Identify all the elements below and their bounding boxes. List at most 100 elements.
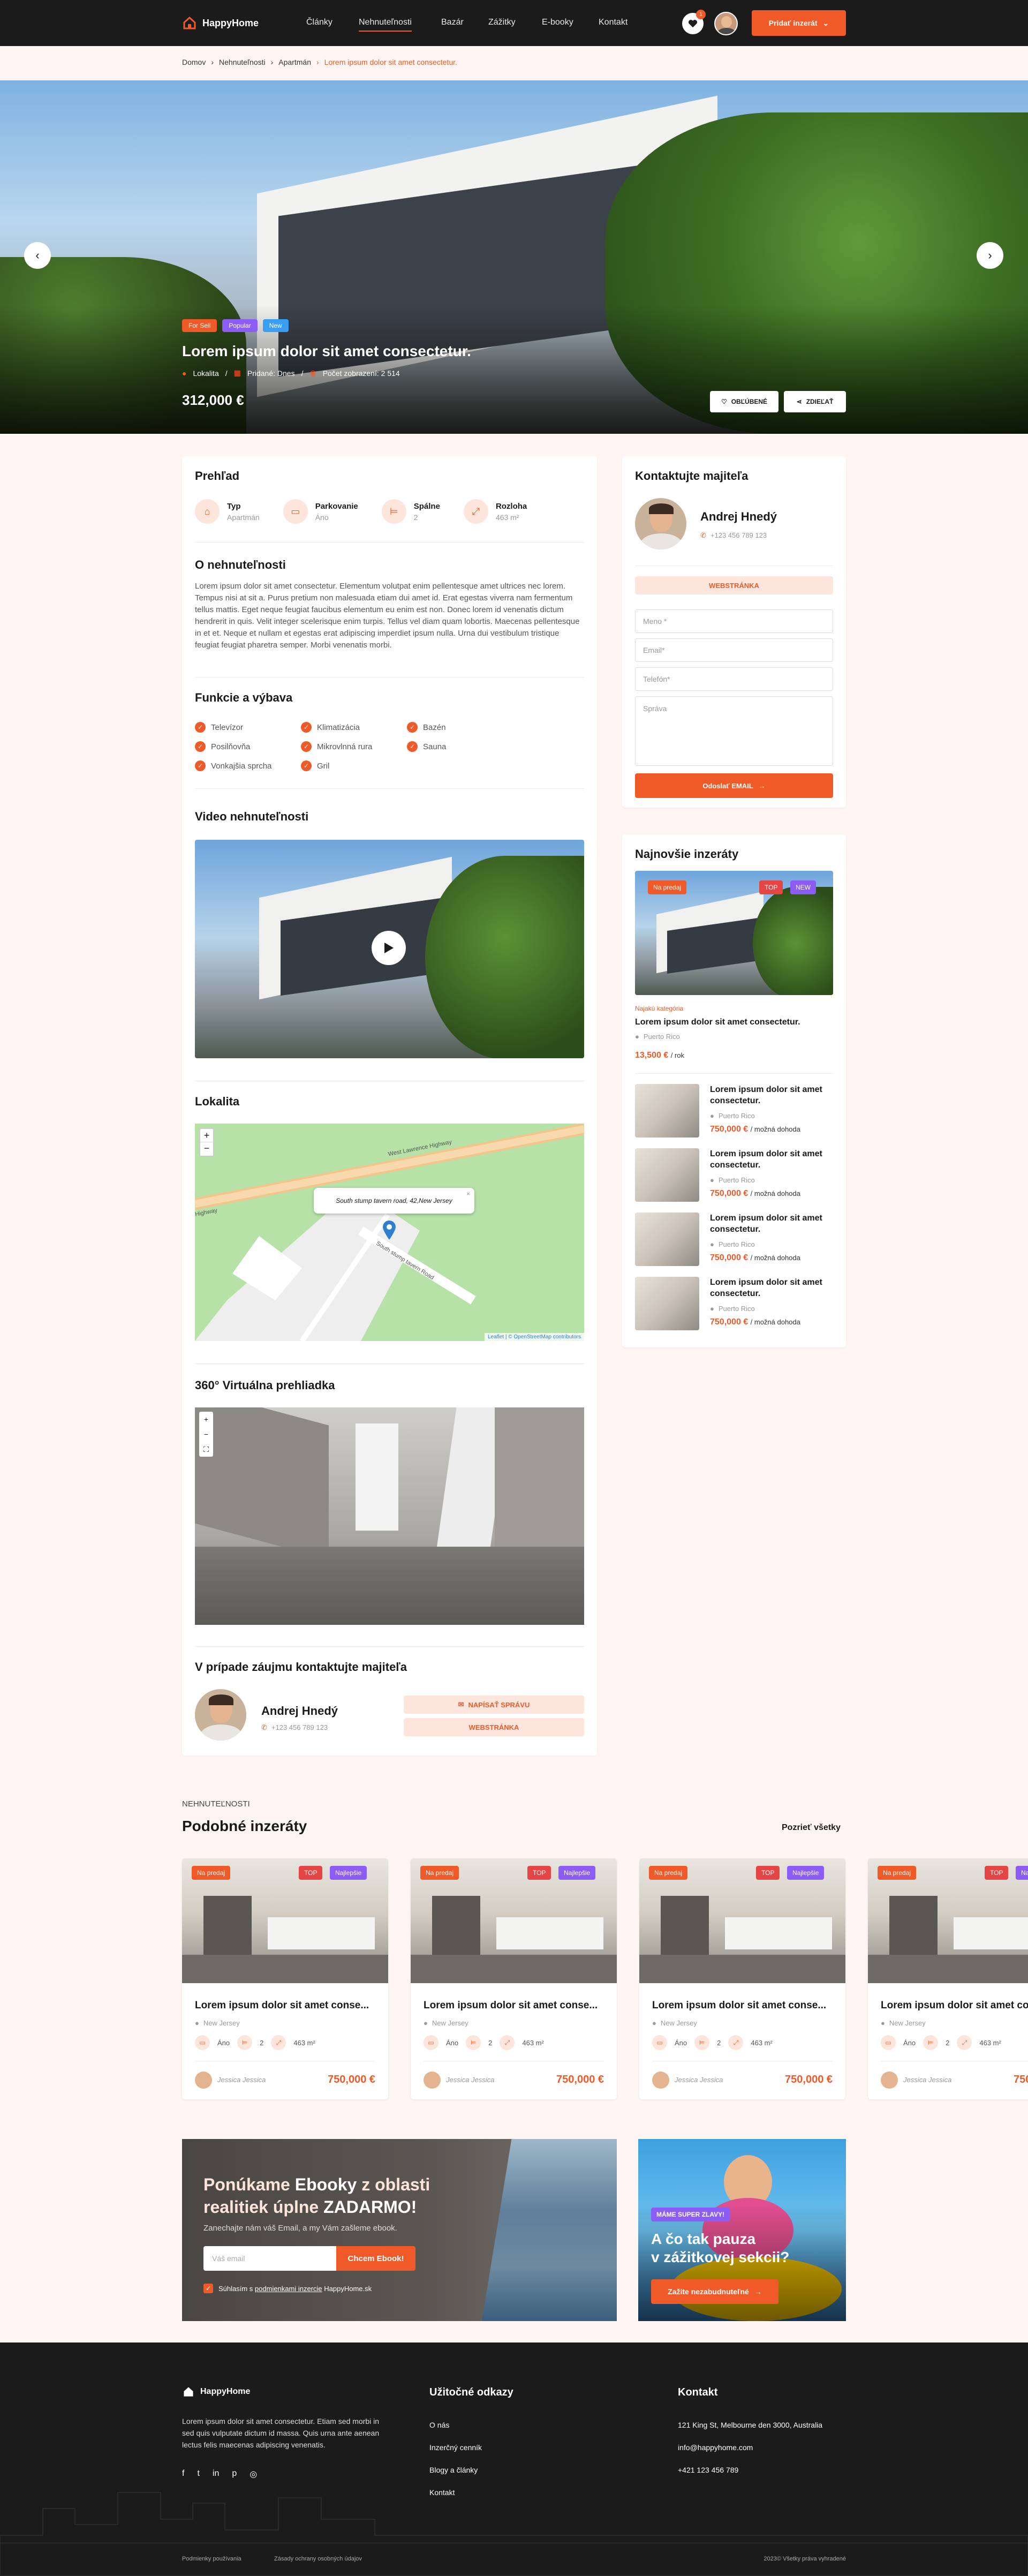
- location-pin-icon: ●: [182, 368, 187, 378]
- write-message-button[interactable]: ✉ NAPÍSAŤ SPRÁVU: [404, 1696, 584, 1714]
- feature-item: ✓ Bazén: [407, 722, 446, 733]
- footer-contact-title: Kontakt: [678, 2386, 718, 2398]
- latest-list-item[interactable]: Lorem ipsum dolor sit amet consectetur. ●…: [635, 1084, 833, 1138]
- listing-image: Na predaj TOP Najlepšie: [868, 1858, 1028, 1983]
- favorites-button[interactable]: 1: [682, 10, 706, 34]
- video-player[interactable]: [195, 840, 584, 1058]
- featured-title[interactable]: Lorem ipsum dolor sit amet consectetur.: [635, 1016, 833, 1028]
- zoom-in-button[interactable]: +: [199, 1412, 213, 1427]
- nav-zazitky[interactable]: Zážitky: [488, 18, 516, 27]
- featured-price: 13,500 € / rok: [635, 1051, 685, 1060]
- similar-listing-card[interactable]: Na predaj TOP Najlepšie Lorem ipsum dolor s…: [868, 1858, 1028, 2099]
- ebook-consent[interactable]: ✓ Súhlasím s podmienkami inzercie HappyH…: [203, 2284, 372, 2293]
- listing-image: Na predaj TOP Najlepšie: [411, 1858, 617, 1983]
- featured-category[interactable]: Najakú kategória: [635, 1005, 683, 1012]
- badge-best: Najlepšie: [787, 1866, 825, 1880]
- zoom-in-button[interactable]: +: [200, 1129, 213, 1142]
- car-icon: ▭: [195, 2035, 210, 2050]
- footer-link[interactable]: Inzerčný cenník: [429, 2443, 482, 2452]
- similar-listing-card[interactable]: Na predaj TOP Najlepšie Lorem ipsum dolor s…: [411, 1858, 617, 2099]
- add-listing-button[interactable]: Pridať inzerát ⌄: [752, 10, 846, 36]
- home-icon: ⌂: [195, 499, 220, 524]
- location-pin-icon: ●: [710, 1176, 714, 1184]
- message-field[interactable]: Správa: [635, 696, 833, 766]
- nav-bazar[interactable]: Bazár: [441, 18, 464, 27]
- latest-list-item[interactable]: Lorem ipsum dolor sit amet consectetur. ●…: [635, 1148, 833, 1202]
- ebook-email-input[interactable]: Váš email: [203, 2246, 336, 2271]
- twitter-icon[interactable]: t: [197, 2469, 199, 2480]
- name-field[interactable]: Meno *: [635, 609, 833, 633]
- crumb-realestate[interactable]: Nehnuteľnosti: [219, 58, 266, 66]
- ebook-headline: Ponúkame Ebooky z oblasti realitiek úpln…: [203, 2175, 430, 2217]
- nav-clanky[interactable]: Články: [306, 18, 332, 27]
- website-button[interactable]: WEBSTRÁNKA: [404, 1718, 584, 1736]
- expand-icon: ⤢: [957, 2035, 972, 2050]
- badge-best: Najlepšie: [1016, 1866, 1028, 1880]
- pinterest-icon[interactable]: p: [232, 2469, 237, 2480]
- phone-field[interactable]: Telefón*: [635, 667, 833, 691]
- footer-email[interactable]: info@happyhome.com: [678, 2443, 753, 2452]
- card-specs: ▭ Áno ⊨ 2 ⤢ 463 m²: [881, 2035, 1001, 2050]
- terms-link[interactable]: Podmienky používania: [182, 2556, 241, 2562]
- user-avatar[interactable]: [714, 12, 738, 35]
- owner-phone[interactable]: ✆ +123 456 789 123: [700, 531, 767, 540]
- featured-listing-image[interactable]: Na predaj TOP NEW: [635, 871, 833, 995]
- gallery-prev-button[interactable]: ‹: [24, 242, 51, 269]
- latest-list-item[interactable]: Lorem ipsum dolor sit amet consectetur. ●…: [635, 1277, 833, 1330]
- bed-icon: ⊨: [466, 2035, 481, 2050]
- send-email-button[interactable]: Odoslať EMAIL →: [635, 773, 833, 798]
- ebook-submit-button[interactable]: Chcem Ebook!: [336, 2246, 415, 2271]
- zoom-out-button[interactable]: −: [199, 1427, 213, 1442]
- crumb-home[interactable]: Domov: [182, 58, 206, 66]
- latest-list-item[interactable]: Lorem ipsum dolor sit amet consectetur. ●…: [635, 1212, 833, 1266]
- footer-link[interactable]: Kontakt: [429, 2488, 455, 2497]
- similar-listing-card[interactable]: Na predaj TOP Najlepšie Lorem ipsum dolor s…: [182, 1858, 388, 2099]
- badge-for-sale: Na predaj: [192, 1866, 231, 1880]
- footer-link[interactable]: O nás: [429, 2421, 449, 2429]
- badge-top: TOP: [527, 1866, 551, 1880]
- tour-title: 360° Virtuálna prehliadka: [195, 1379, 335, 1392]
- check-icon: ✓: [195, 741, 206, 752]
- nav-nehnutelnosti[interactable]: Nehnuteľnosti: [359, 18, 412, 32]
- feature-item: ✓ Televízor: [195, 722, 243, 733]
- similar-listing-card[interactable]: Na predaj TOP Najlepšie Lorem ipsum dolor s…: [639, 1858, 845, 2099]
- virtual-tour-viewer[interactable]: + − ⛶: [195, 1407, 584, 1625]
- badge-best: Najlepšie: [330, 1866, 367, 1880]
- footer-logo[interactable]: HappyHome: [182, 2385, 250, 2398]
- website-button[interactable]: WEBSTRÁNKA: [635, 576, 833, 594]
- footer-link[interactable]: Blogy a články: [429, 2466, 478, 2474]
- brand-logo[interactable]: HappyHome: [182, 16, 259, 31]
- gallery-next-button[interactable]: ›: [977, 242, 1003, 269]
- bed-icon: ⊨: [923, 2035, 939, 2050]
- linkedin-icon[interactable]: in: [213, 2469, 219, 2480]
- share-button[interactable]: ⋖ ZDIEĽAŤ: [784, 391, 846, 412]
- close-icon[interactable]: ×: [466, 1190, 470, 1197]
- calendar-icon: ▦: [233, 368, 241, 377]
- card-title: Lorem ipsum dolor sit amet conse...: [195, 2000, 369, 2011]
- similar-title: Podobné inzeráty: [182, 1818, 307, 1834]
- map-attribution[interactable]: Leaflet | © OpenStreetMap contributors: [485, 1333, 584, 1341]
- card-location: ● New Jersey: [652, 2019, 697, 2027]
- featured-location: ● Puerto Rico: [635, 1033, 680, 1041]
- privacy-link[interactable]: Zásady ochrany osobných údajov: [274, 2556, 362, 2562]
- zoom-out-button[interactable]: −: [200, 1142, 213, 1156]
- contact-title: Kontaktujte majiteľa: [635, 469, 749, 483]
- footer-phone[interactable]: +421 123 456 789: [678, 2466, 738, 2474]
- email-field[interactable]: Email*: [635, 638, 833, 662]
- see-all-link[interactable]: Pozrieť všetky: [782, 1823, 841, 1833]
- location-map[interactable]: West Lawrence Highway Highway South stum…: [195, 1124, 584, 1341]
- play-button[interactable]: [372, 931, 406, 965]
- instagram-icon[interactable]: ◎: [250, 2469, 257, 2480]
- facebook-icon[interactable]: f: [182, 2469, 184, 2480]
- promo-button[interactable]: Zažite nezabudnuteľné →: [651, 2279, 778, 2304]
- owner-phone[interactable]: ✆ +123 456 789 123: [261, 1723, 328, 1732]
- nav-ebooky[interactable]: E-booky: [542, 18, 573, 27]
- location-pin-icon: ●: [195, 2019, 199, 2027]
- nav-kontakt[interactable]: Kontakt: [599, 18, 628, 27]
- map-zoom-control: + −: [199, 1128, 214, 1157]
- crumb-apartment[interactable]: Apartmán: [278, 58, 311, 66]
- favorite-button[interactable]: ♡ OBĽÚBENÉ: [710, 391, 778, 412]
- listing-image: Na predaj TOP Najlepšie: [182, 1858, 388, 1983]
- house-icon: [184, 2387, 193, 2397]
- fullscreen-icon[interactable]: ⛶: [199, 1442, 213, 1457]
